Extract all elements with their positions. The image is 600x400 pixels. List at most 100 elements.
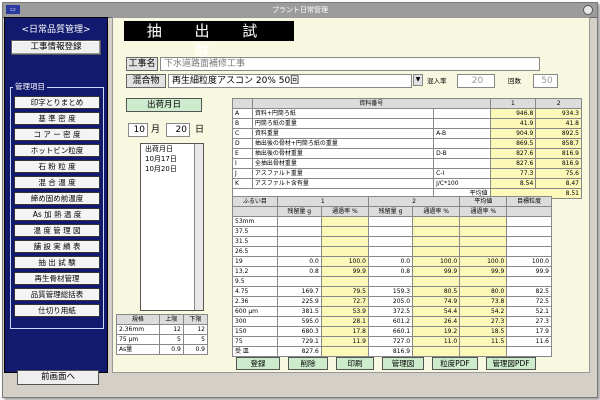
sieve-size: 2.36: [232, 296, 278, 307]
sieve-label: ふるい目: [232, 196, 278, 207]
menu-item[interactable]: 石 粉 粒 度: [14, 160, 100, 173]
retained-cell[interactable]: [276, 276, 322, 287]
target-cell[interactable]: 11.6: [506, 336, 552, 347]
value-cell[interactable]: 827.6: [489, 158, 537, 169]
row-formula: [433, 158, 491, 169]
mix-rate-field[interactable]: 20: [457, 74, 495, 88]
value-cell[interactable]: 41.8: [535, 118, 582, 129]
menu-item[interactable]: 抽 出 試 験: [14, 256, 100, 269]
value-cell[interactable]: 41.9: [489, 118, 537, 129]
target-cell[interactable]: [506, 216, 552, 227]
control-chart-button[interactable]: 管理図: [382, 357, 424, 370]
target-cell[interactable]: [506, 246, 552, 257]
retained-cell[interactable]: 0.8: [276, 266, 322, 277]
value-cell[interactable]: 77.3: [489, 168, 537, 179]
menu-item[interactable]: 基 準 密 度: [14, 112, 100, 125]
close-icon[interactable]: [583, 5, 593, 15]
target-cell[interactable]: [506, 276, 552, 287]
window-title: プラント日常管理: [272, 6, 328, 14]
retained-cell[interactable]: 381.5: [276, 306, 322, 317]
retained-cell[interactable]: [367, 216, 414, 227]
delete-button[interactable]: 削除: [288, 357, 328, 370]
retained-cell[interactable]: [276, 236, 322, 247]
value-cell[interactable]: 858.7: [535, 138, 582, 149]
passing-cell: [412, 236, 461, 247]
retained-cell[interactable]: [276, 226, 322, 237]
target-cell[interactable]: 99.9: [506, 266, 552, 277]
retained-cell[interactable]: 595.0: [276, 316, 322, 327]
target-cell[interactable]: 82.5: [506, 286, 552, 297]
value-cell[interactable]: 8.54: [489, 178, 537, 189]
retained-cell[interactable]: 816.9: [367, 346, 414, 357]
count-field[interactable]: 50: [533, 74, 558, 88]
control-chart-pdf-button[interactable]: 管理図PDF: [486, 357, 536, 370]
scrollbar[interactable]: [194, 144, 203, 310]
value-cell[interactable]: 946.8: [489, 108, 537, 119]
target-cell[interactable]: 52.1: [506, 306, 552, 317]
row-formula: A-B: [433, 128, 491, 139]
target-cell[interactable]: 72.5: [506, 296, 552, 307]
day-field[interactable]: 20: [166, 123, 190, 137]
target-cell[interactable]: 100.0: [506, 256, 552, 267]
value-cell[interactable]: 904.9: [489, 128, 537, 139]
retained-cell[interactable]: 0.0: [367, 256, 414, 267]
target-cell[interactable]: 17.9: [506, 326, 552, 337]
retained-cell[interactable]: 827.6: [276, 346, 322, 357]
value-cell[interactable]: 892.5: [535, 128, 582, 139]
retained-cell[interactable]: [367, 246, 414, 257]
target-cell[interactable]: [506, 226, 552, 237]
retained-cell[interactable]: 0.0: [276, 256, 322, 267]
average-cell: 73.8: [459, 296, 508, 307]
value-cell[interactable]: 75.6: [535, 168, 582, 179]
menu-item[interactable]: 再生骨材管理: [14, 272, 100, 285]
retained-cell[interactable]: 205.0: [367, 296, 414, 307]
retained-cell[interactable]: 0.8: [367, 266, 414, 277]
menu-item[interactable]: 締め固め前温度: [14, 192, 100, 205]
target-cell[interactable]: 27.3: [506, 316, 552, 327]
menu-item[interactable]: 仕切り用紙: [14, 304, 100, 317]
menu-item[interactable]: As 加 熱 温 度: [14, 208, 100, 221]
back-button[interactable]: 前画面へ: [17, 370, 99, 385]
menu-item[interactable]: コ ア ー 密 度: [14, 128, 100, 141]
retained-cell[interactable]: 727.0: [367, 336, 414, 347]
retained-cell[interactable]: 372.5: [367, 306, 414, 317]
retained-cell[interactable]: [276, 246, 322, 257]
value-cell[interactable]: 816.9: [535, 148, 582, 159]
chevron-down-icon[interactable]: ▼: [413, 74, 423, 86]
menu-item[interactable]: 混 合 温 度: [14, 176, 100, 189]
target-cell[interactable]: [506, 346, 552, 357]
row-key: K: [232, 178, 253, 189]
retained-cell[interactable]: 660.1: [367, 326, 414, 337]
blank-cell: [232, 98, 253, 109]
blank-cell: [506, 206, 552, 217]
retained-cell[interactable]: [367, 226, 414, 237]
retained-cell[interactable]: 680.3: [276, 326, 322, 337]
value-cell[interactable]: 934.3: [535, 108, 582, 119]
value-cell[interactable]: 827.6: [489, 148, 537, 159]
value-cell[interactable]: 869.5: [489, 138, 537, 149]
menu-item[interactable]: 品質管理総括表: [14, 288, 100, 301]
retained-cell[interactable]: 729.1: [276, 336, 322, 347]
retained-cell[interactable]: [276, 216, 322, 227]
mix-select[interactable]: 再生細粒度アスコン 20% 50回: [168, 74, 412, 88]
menu-item[interactable]: 舗 設 実 績 表: [14, 240, 100, 253]
value-cell[interactable]: 8.47: [535, 178, 582, 189]
retained-cell[interactable]: 159.3: [367, 286, 414, 297]
target-cell[interactable]: [506, 236, 552, 247]
retained-cell[interactable]: 169.7: [276, 286, 322, 297]
shipment-date-list[interactable]: 出荷月日 10月17日 10月20日: [140, 143, 204, 311]
retained-cell[interactable]: 225.9: [276, 296, 322, 307]
construction-name-field[interactable]: 下水道路面補修工事: [160, 57, 540, 71]
value-cell[interactable]: 816.9: [535, 158, 582, 169]
grading-pdf-button[interactable]: 粒度PDF: [432, 357, 478, 370]
register-button[interactable]: 登録: [236, 357, 280, 370]
retained-cell[interactable]: [367, 276, 414, 287]
retained-cell[interactable]: [367, 236, 414, 247]
menu-item[interactable]: 印字とりまとめ: [14, 96, 100, 109]
month-field[interactable]: 10: [128, 123, 148, 137]
register-construction-button[interactable]: 工事情報登録: [11, 40, 101, 55]
print-button[interactable]: 印刷: [336, 357, 374, 370]
menu-item[interactable]: ホットビン粒度: [14, 144, 100, 157]
retained-cell[interactable]: 601.2: [367, 316, 414, 327]
menu-item[interactable]: 温 度 管 理 図: [14, 224, 100, 237]
